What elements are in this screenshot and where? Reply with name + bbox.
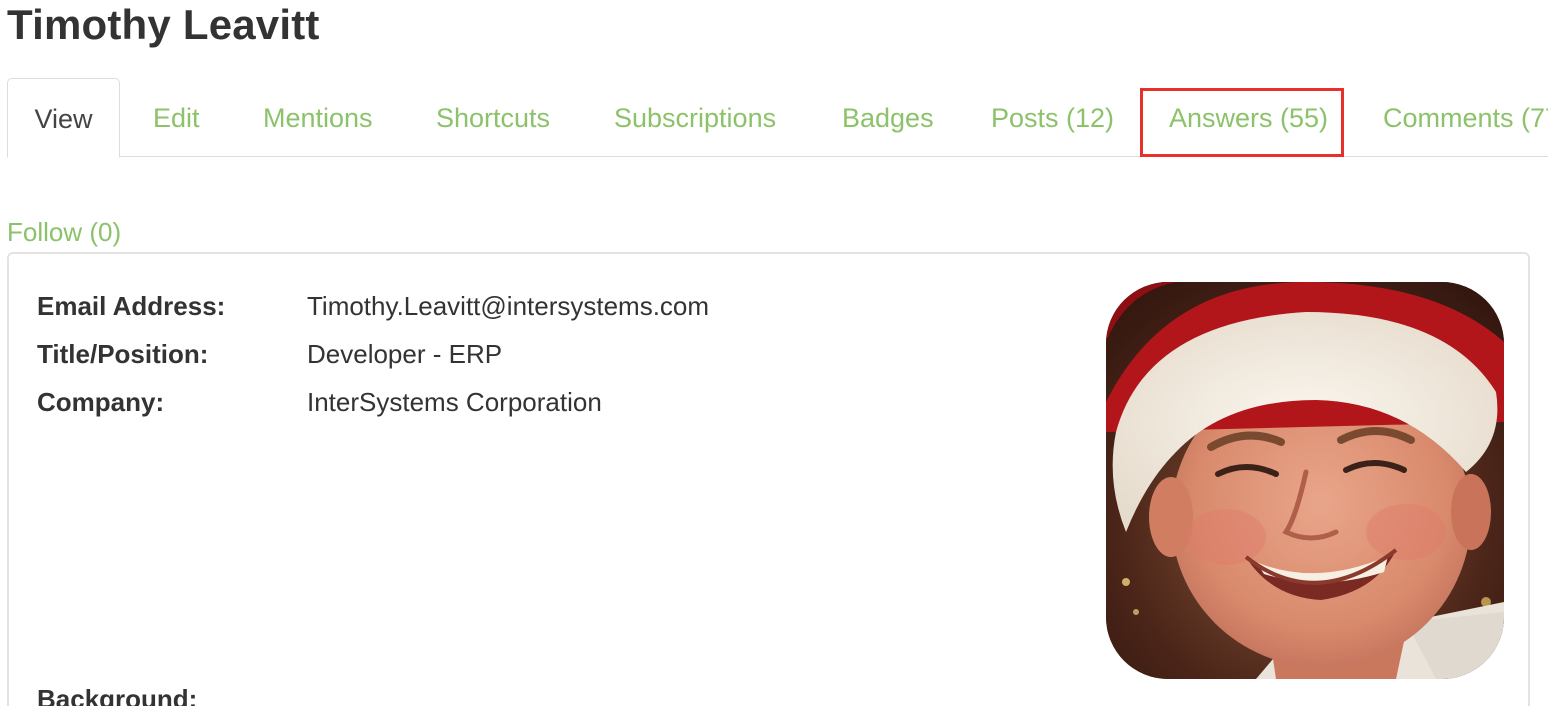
email-value: Timothy.Leavitt@intersystems.com — [307, 291, 710, 321]
tab-posts[interactable]: Posts (12) — [991, 78, 1114, 156]
title-value: Developer - ERP — [307, 339, 503, 369]
avatar-photo — [1106, 282, 1504, 679]
avatar — [1106, 282, 1504, 679]
email-label: Email Address: — [37, 291, 226, 321]
page-title: Timothy Leavitt — [7, 1, 320, 48]
tab-edit[interactable]: Edit — [153, 78, 200, 156]
tab-view[interactable]: View — [7, 78, 120, 158]
tab-mentions[interactable]: Mentions — [263, 78, 373, 156]
company-value: InterSystems Corporation — [307, 387, 602, 417]
tab-subscriptions[interactable]: Subscriptions — [614, 78, 776, 156]
tabs-divider — [7, 156, 1548, 157]
title-label: Title/Position: — [37, 339, 209, 369]
company-label: Company: — [37, 387, 165, 417]
tab-answers[interactable]: Answers (55) — [1169, 78, 1328, 156]
profile-card: Email Address: Timothy.Leavitt@intersyst… — [7, 252, 1530, 706]
profile-page: Timothy Leavitt View Edit Mentions Short… — [0, 0, 1548, 706]
tab-badges[interactable]: Badges — [842, 78, 934, 156]
background-label: Background: — [37, 684, 198, 706]
tab-shortcuts[interactable]: Shortcuts — [436, 78, 550, 156]
follow-link[interactable]: Follow (0) — [7, 214, 121, 250]
tab-comments[interactable]: Comments (77 — [1383, 78, 1548, 156]
